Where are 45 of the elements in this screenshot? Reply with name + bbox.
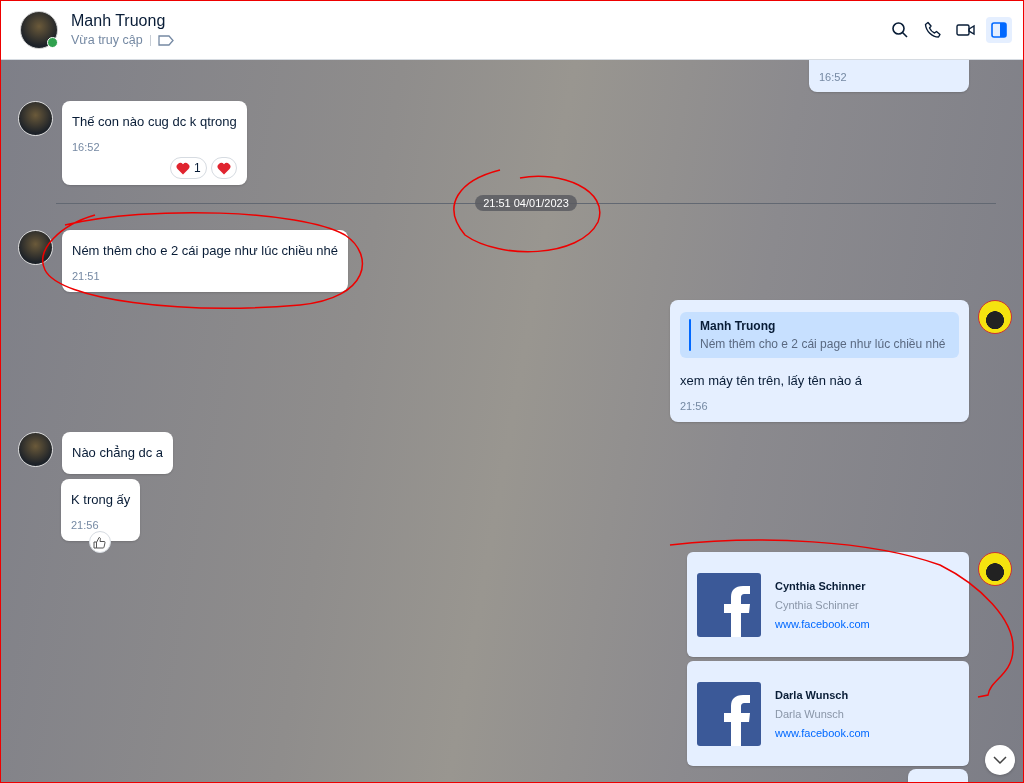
reaction-count: 1 bbox=[194, 161, 201, 175]
quoted-author: Manh Truong bbox=[700, 319, 777, 333]
link-title: Cynthia Schinner bbox=[775, 579, 867, 592]
link-url[interactable]: www.facebook.com bbox=[775, 617, 870, 630]
user-avatar[interactable] bbox=[978, 300, 1012, 334]
link-subtitle: Darla Wunsch bbox=[775, 707, 845, 720]
heart-icon bbox=[216, 161, 231, 175]
like-button[interactable] bbox=[88, 531, 111, 553]
sidebar-toggle-button[interactable] bbox=[986, 16, 1012, 43]
message-text: Ném thêm cho e 2 cái page như lúc chiều nhé bbox=[72, 242, 338, 260]
contact-name: Manh Truong bbox=[71, 12, 167, 30]
user-avatar[interactable] bbox=[978, 552, 1012, 586]
contact-avatar[interactable] bbox=[18, 101, 53, 136]
video-camera-icon bbox=[956, 21, 976, 38]
message-time: 16:52 bbox=[819, 71, 847, 83]
link-preview-card[interactable]: Cynthia Schinner Cynthia Schinner www.facebook.com bbox=[687, 552, 969, 657]
scroll-down-button[interactable] bbox=[985, 745, 1015, 775]
thumbs-up-icon bbox=[93, 535, 107, 549]
chevron-down-icon bbox=[993, 755, 1007, 765]
facebook-logo-icon bbox=[697, 572, 761, 637]
message-time: 21:56 bbox=[71, 519, 99, 531]
phone-icon bbox=[924, 20, 942, 39]
facebook-logo-icon bbox=[697, 681, 761, 746]
contact-avatar[interactable] bbox=[18, 230, 53, 265]
quick-reaction-button[interactable] bbox=[210, 157, 237, 179]
quoted-text: Ném thêm cho e 2 cái page như lúc chiều nhé bbox=[700, 337, 946, 351]
link-preview-card[interactable]: Darla Wunsch Darla Wunsch www.facebook.com bbox=[687, 661, 969, 766]
link-subtitle: Cynthia Schinner bbox=[775, 598, 860, 611]
message-text: Thế con nào cug dc k qtrong bbox=[72, 113, 237, 131]
link-title: Darla Wunsch bbox=[775, 688, 850, 701]
heart-icon bbox=[176, 161, 191, 175]
date-separator: 21:51 04/01/2023 bbox=[475, 195, 577, 211]
message-time: 16:52 bbox=[72, 141, 100, 153]
contact-avatar[interactable] bbox=[18, 432, 53, 467]
message-text: Nào chẳng dc a bbox=[72, 444, 164, 462]
link-url[interactable]: www.facebook.com bbox=[775, 726, 870, 739]
message-text: K trong ấy bbox=[71, 491, 131, 509]
contact-avatar[interactable] bbox=[20, 10, 58, 49]
message-text: xem máy tên trên, lấy tên nào á bbox=[680, 372, 864, 390]
search-icon bbox=[891, 20, 909, 39]
sidebar-icon bbox=[991, 21, 1007, 38]
message-time: 21:56 bbox=[680, 400, 708, 412]
last-seen-status: Vừa truy cập bbox=[71, 33, 143, 47]
message-time: 21:51 bbox=[72, 270, 100, 282]
tag-icon[interactable] bbox=[157, 34, 174, 46]
